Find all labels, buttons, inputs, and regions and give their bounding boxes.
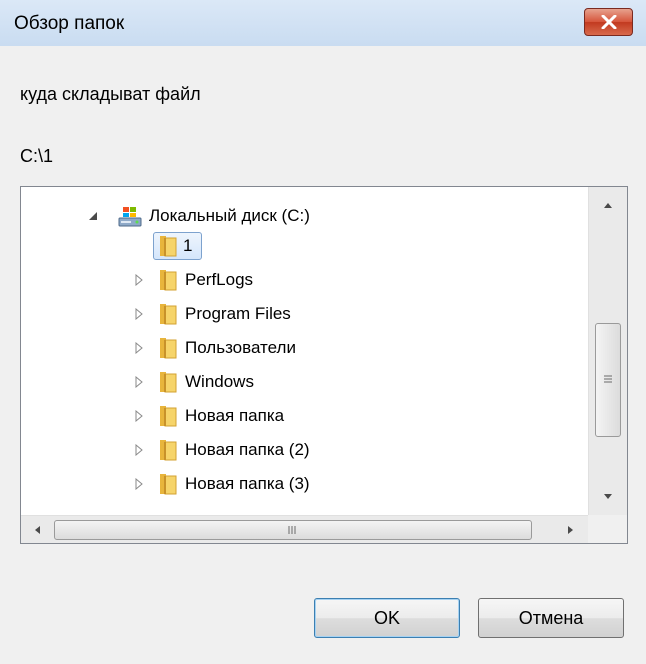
tree-item-label: Program Files: [185, 304, 291, 323]
folder-icon: [160, 474, 177, 495]
folder-icon: [160, 338, 177, 359]
tree-item-label: Windows: [185, 372, 254, 391]
horizontal-scroll-thumb[interactable]: [54, 520, 532, 540]
tree-item-folder[interactable]: Пользователи: [21, 333, 588, 363]
scrollbar-corner: [588, 515, 627, 543]
vertical-scroll-thumb[interactable]: [595, 323, 621, 437]
tree-item-label: PerfLogs: [185, 270, 254, 289]
collapsed-arrow-icon[interactable]: [133, 478, 145, 490]
collapsed-arrow-icon[interactable]: [133, 376, 145, 388]
close-icon: [601, 15, 616, 29]
ok-button[interactable]: OK: [314, 598, 460, 638]
horizontal-scrollbar[interactable]: [21, 515, 588, 543]
dialog-body: куда складыват файл C:\1 Локальный диск …: [0, 46, 646, 664]
selected-path: C:\1: [20, 146, 54, 166]
folder-icon: [160, 236, 177, 257]
scroll-left-icon[interactable]: [33, 525, 41, 535]
scroll-down-icon[interactable]: [603, 493, 613, 501]
folder-icon: [160, 406, 177, 427]
vertical-scrollbar[interactable]: [588, 187, 627, 515]
dialog-description: куда складыват файл: [20, 84, 201, 104]
tree-item-label: 1: [183, 236, 193, 255]
tree-item-drive[interactable]: Локальный диск (C:): [21, 201, 588, 231]
scroll-right-icon[interactable]: [567, 525, 575, 535]
collapsed-arrow-icon[interactable]: [133, 308, 145, 320]
grip-icon: [288, 526, 296, 534]
tree-item-label: Новая папка (3): [185, 474, 310, 493]
title-bar: Обзор папок: [0, 0, 646, 46]
window-title: Обзор папок: [14, 13, 125, 34]
tree-item-label: Пользователи: [185, 338, 296, 357]
tree-item-label: Новая папка: [185, 406, 285, 425]
tree-item-folder[interactable]: Новая папка: [21, 401, 588, 431]
collapsed-arrow-icon[interactable]: [133, 274, 145, 286]
folder-icon: [160, 270, 177, 291]
close-button[interactable]: [584, 8, 633, 36]
collapsed-arrow-icon[interactable]: [133, 410, 145, 422]
drive-icon: [118, 207, 142, 227]
tree-item-folder[interactable]: Program Files: [21, 299, 588, 329]
collapsed-arrow-icon[interactable]: [133, 444, 145, 456]
collapsed-arrow-icon[interactable]: [133, 342, 145, 354]
tree-item-folder[interactable]: Windows: [21, 367, 588, 397]
tree-item-folder[interactable]: PerfLogs: [21, 265, 588, 295]
tree-item-folder[interactable]: Новая папка (3): [21, 469, 588, 499]
folder-icon: [160, 440, 177, 461]
tree-view[interactable]: Локальный диск (C:) 1 PerfLogs Program F…: [21, 187, 588, 515]
tree-item-folder[interactable]: Новая папка (2): [21, 435, 588, 465]
folder-icon: [160, 304, 177, 325]
tree-item-folder[interactable]: 1: [21, 231, 588, 261]
tree-item-label: Новая папка (2): [185, 440, 310, 459]
folder-icon: [160, 372, 177, 393]
expanded-arrow-icon[interactable]: [87, 210, 99, 222]
tree-item-label: Локальный диск (C:): [149, 206, 310, 225]
scroll-up-icon[interactable]: [603, 201, 613, 209]
grip-icon: [604, 375, 612, 383]
cancel-button[interactable]: Отмена: [478, 598, 624, 638]
folder-tree[interactable]: Локальный диск (C:) 1 PerfLogs Program F…: [20, 186, 628, 544]
